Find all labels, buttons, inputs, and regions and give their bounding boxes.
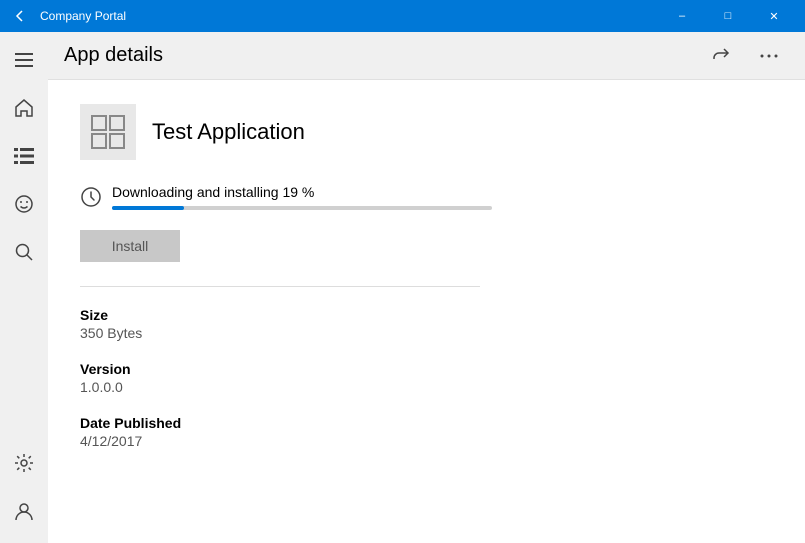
hamburger-menu-button[interactable] [0, 36, 48, 84]
section-divider [80, 286, 480, 287]
sidebar-item-list[interactable] [0, 132, 48, 180]
sidebar [0, 32, 48, 543]
version-label: Version [80, 361, 773, 377]
date-published-label: Date Published [80, 415, 773, 431]
download-status: Downloading and installing 19 % [80, 184, 773, 210]
size-value: 350 Bytes [80, 325, 773, 341]
progress-bar-background [112, 206, 492, 210]
close-button[interactable]: ✕ [751, 0, 797, 32]
title-bar-title: Company Portal [40, 9, 659, 23]
share-button[interactable] [701, 36, 741, 76]
app-header: Test Application [80, 104, 773, 160]
date-published-value: 4/12/2017 [80, 433, 773, 449]
sidebar-item-search[interactable] [0, 228, 48, 276]
minimize-button[interactable]: – [659, 0, 705, 32]
content-area: Test Application Downloading and install… [48, 80, 805, 543]
header-actions [701, 36, 789, 76]
app-icon [90, 114, 126, 150]
window-controls: – □ ✕ [659, 0, 797, 32]
header-bar: App details [48, 32, 805, 80]
size-label: Size [80, 307, 773, 323]
sidebar-bottom [0, 439, 48, 543]
size-section: Size 350 Bytes [80, 307, 773, 341]
progress-bar-fill [112, 206, 184, 210]
back-button[interactable] [8, 4, 32, 28]
app-container: App details [0, 32, 805, 543]
sidebar-item-smiley[interactable] [0, 180, 48, 228]
main-area: App details [48, 32, 805, 543]
install-button[interactable]: Install [80, 230, 180, 262]
app-icon-box [80, 104, 136, 160]
title-bar: Company Portal – □ ✕ [0, 0, 805, 32]
app-name: Test Application [152, 119, 305, 145]
page-title: App details [64, 44, 701, 67]
sidebar-item-user[interactable] [0, 487, 48, 535]
sidebar-item-home[interactable] [0, 84, 48, 132]
more-options-button[interactable] [749, 36, 789, 76]
sidebar-item-settings[interactable] [0, 439, 48, 487]
download-text: Downloading and installing 19 % [112, 184, 773, 200]
version-value: 1.0.0.0 [80, 379, 773, 395]
date-published-section: Date Published 4/12/2017 [80, 415, 773, 449]
restore-button[interactable]: □ [705, 0, 751, 32]
clock-icon [80, 186, 102, 208]
download-text-area: Downloading and installing 19 % [112, 184, 773, 210]
version-section: Version 1.0.0.0 [80, 361, 773, 395]
